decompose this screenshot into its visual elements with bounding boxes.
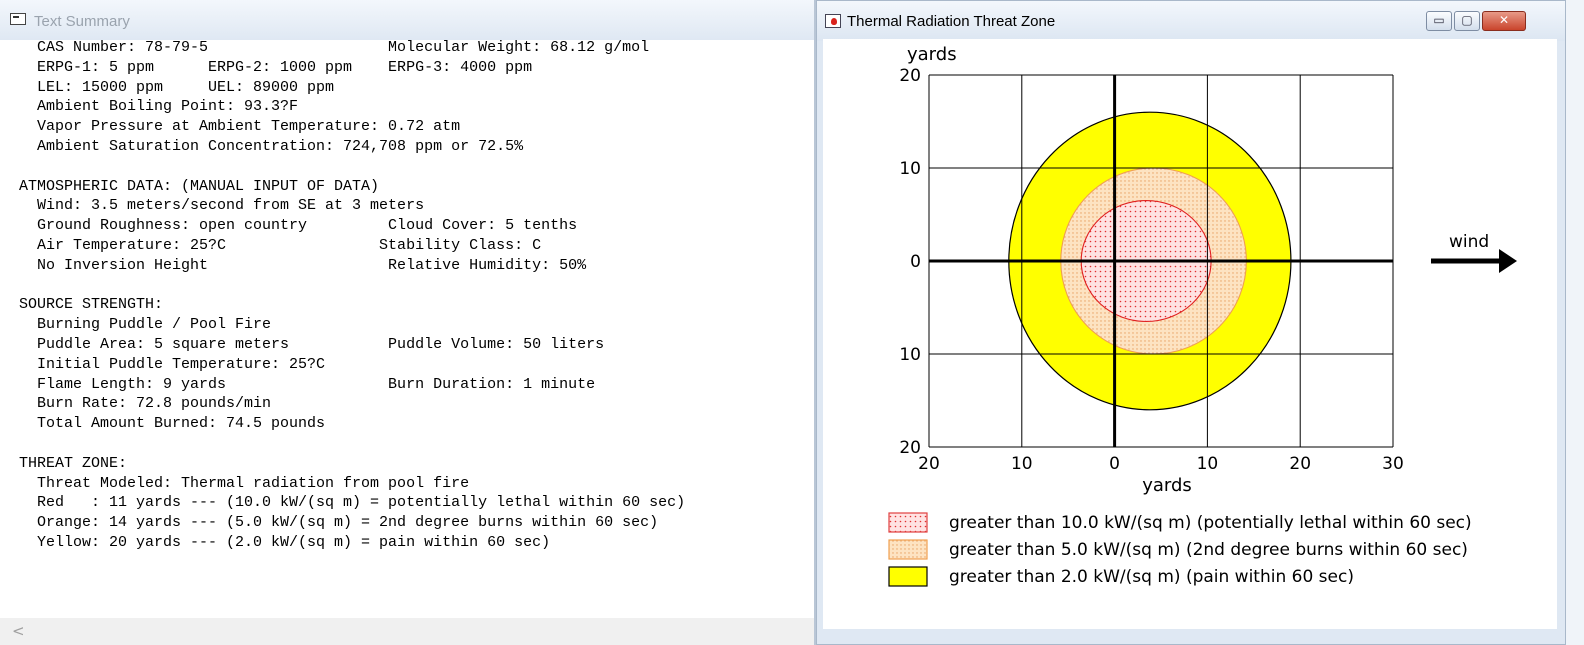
window-app-icon [10, 13, 26, 25]
x-tick-label: 20 [918, 454, 940, 474]
summary-line: THREAT ZONE: [19, 454, 128, 472]
minimize-button[interactable]: ▭ [1426, 11, 1452, 31]
legend-swatch-red [888, 512, 928, 533]
text-summary-titlebar[interactable]: Text Summary [0, 0, 814, 40]
summary-line: Wind: 3.5 meters/second from SE at 3 met… [19, 197, 425, 215]
legend-swatch-orange [888, 539, 928, 560]
summary-line: Total Amount Burned: 74.5 pounds [19, 415, 326, 433]
summary-line: Threat Modeled: Thermal radiation from p… [19, 474, 470, 492]
wind-arrow-icon [1431, 249, 1517, 273]
window-edge [1566, 0, 1584, 645]
text-summary-window: Text Summary CAS Number: 78-79-5 Molecul… [0, 0, 816, 645]
summary-line: Vapor Pressure at Ambient Temperature: 0… [19, 118, 461, 136]
y-tick-label: 20 [899, 438, 921, 458]
y-tick-label: 10 [899, 345, 921, 365]
legend-label: greater than 10.0 kW/(sq m) (potentially… [949, 513, 1472, 533]
text-summary-content[interactable]: CAS Number: 78-79-5 Molecular Weight: 68… [0, 38, 814, 618]
threat-zone-titlebar[interactable]: Thermal Radiation Threat Zone ▭ ▢ ✕ [817, 1, 1565, 41]
summary-line: SOURCE STRENGTH: [19, 296, 164, 314]
summary-line: Burn Rate: 72.8 pounds/min [19, 395, 272, 413]
x-tick-label: 10 [1197, 454, 1219, 474]
x-axis-label: yards [1142, 475, 1192, 496]
summary-line: Ambient Saturation Concentration: 724,70… [19, 138, 524, 155]
summary-line: Puddle Area: 5 square meters Puddle Volu… [19, 336, 605, 353]
scroll-left-arrow-icon[interactable]: < [12, 622, 25, 640]
summary-line: CAS Number: 78-79-5 Molecular Weight: 68… [19, 39, 650, 56]
summary-line: Burning Puddle / Pool Fire [19, 316, 272, 334]
summary-line: Ground Roughness: open country Cloud Cov… [19, 217, 578, 235]
x-tick-label: 20 [1289, 454, 1311, 474]
horizontal-scrollbar[interactable]: < [0, 618, 814, 645]
flame-app-icon [825, 14, 841, 28]
threat-zone-chart: 20 10 0 10 20 30 20 10 0 10 20 greater than 10.0 k… [888, 44, 1517, 587]
y-tick-label: 0 [910, 252, 921, 272]
summary-line: Yellow: 20 yards --- (2.0 kW/(sq m) = pa… [19, 534, 551, 551]
text-summary-title: Text Summary [34, 13, 130, 30]
threat-zone-title: Thermal Radiation Threat Zone [847, 13, 1056, 30]
y-axis-label: yards [907, 44, 957, 65]
summary-line: ERPG-1: 5 ppm ERPG-2: 1000 ppm ERPG-3: 4… [19, 58, 533, 76]
summary-line: Ambient Boiling Point: 93.3?F [19, 98, 299, 116]
x-tick-label: 30 [1382, 454, 1404, 474]
threat-zone-window: Thermal Radiation Threat Zone ▭ ▢ ✕ 20 10… [816, 0, 1566, 645]
legend-swatch-yellow [888, 566, 928, 587]
maximize-button[interactable]: ▢ [1454, 11, 1480, 31]
x-tick-label: 10 [1011, 454, 1033, 474]
threat-zone-plot-area: 20 10 0 10 20 30 20 10 0 10 20 greater than 10.0 k… [823, 39, 1557, 629]
summary-line: LEL: 15000 ppm UEL: 89000 ppm [19, 78, 335, 96]
close-button[interactable]: ✕ [1482, 11, 1526, 31]
summary-line: Red : 11 yards --- (10.0 kW/(sq m) = pot… [19, 494, 686, 512]
y-tick-label: 20 [899, 66, 921, 86]
wind-label: wind [1449, 232, 1489, 252]
summary-line: No Inversion Height Relative Humidity: 5… [19, 256, 587, 274]
summary-line: ATMOSPHERIC DATA: (MANUAL INPUT OF DATA) [19, 177, 380, 195]
legend-label: greater than 5.0 kW/(sq m) (2nd degree b… [949, 540, 1468, 560]
summary-line: Flame Length: 9 yards Burn Duration: 1 m… [19, 375, 596, 393]
y-tick-label: 10 [899, 159, 921, 179]
x-tick-label: 0 [1109, 454, 1120, 474]
summary-line: Air Temperature: 25?C Stability Class: C [19, 237, 542, 254]
legend-label: greater than 2.0 kW/(sq m) (pain within … [949, 567, 1354, 587]
summary-line: Initial Puddle Temperature: 25?C [19, 355, 326, 373]
summary-line: Orange: 14 yards --- (5.0 kW/(sq m) = 2n… [19, 514, 659, 532]
